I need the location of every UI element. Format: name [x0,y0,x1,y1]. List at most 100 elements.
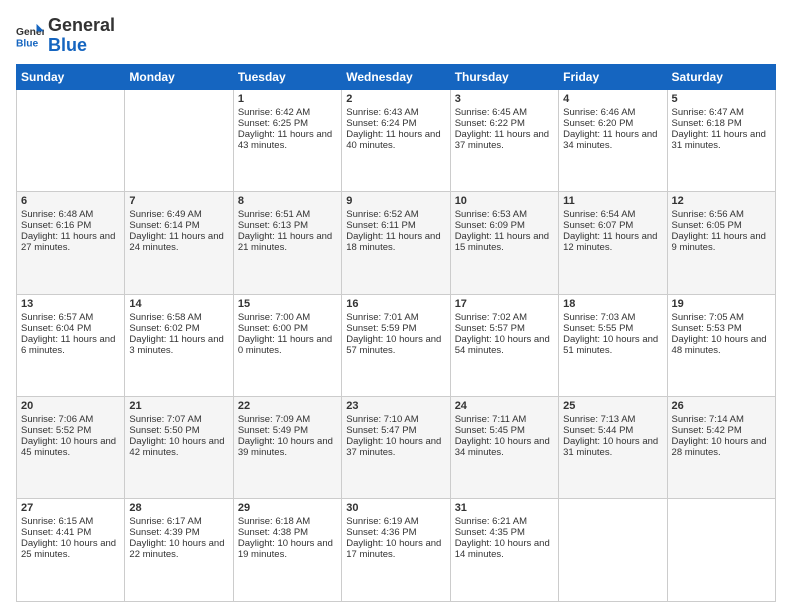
calendar-cell: 3Sunrise: 6:45 AMSunset: 6:22 PMDaylight… [450,89,558,191]
calendar-cell: 22Sunrise: 7:09 AMSunset: 5:49 PMDayligh… [233,397,341,499]
daylight-text: Daylight: 10 hours and 51 minutes. [563,334,662,356]
sunset-text: Sunset: 5:50 PM [129,425,228,436]
daylight-text: Daylight: 11 hours and 34 minutes. [563,129,662,151]
day-number: 23 [346,400,445,412]
sunset-text: Sunset: 6:13 PM [238,220,337,231]
sunrise-text: Sunrise: 6:58 AM [129,312,228,323]
sunrise-text: Sunrise: 6:18 AM [238,516,337,527]
svg-text:Blue: Blue [16,38,39,49]
sunrise-text: Sunrise: 7:11 AM [455,414,554,425]
sunset-text: Sunset: 6:18 PM [672,118,771,129]
daylight-text: Daylight: 10 hours and 17 minutes. [346,538,445,560]
day-number: 9 [346,195,445,207]
sunrise-text: Sunrise: 6:47 AM [672,107,771,118]
sunrise-text: Sunrise: 7:00 AM [238,312,337,323]
daylight-text: Daylight: 10 hours and 42 minutes. [129,436,228,458]
logo-text: General Blue [48,16,115,56]
day-of-week-header: Wednesday [342,64,450,89]
sunset-text: Sunset: 5:57 PM [455,323,554,334]
calendar-cell [17,89,125,191]
daylight-text: Daylight: 11 hours and 40 minutes. [346,129,445,151]
daylight-text: Daylight: 11 hours and 21 minutes. [238,231,337,253]
sunset-text: Sunset: 5:52 PM [21,425,120,436]
daylight-text: Daylight: 10 hours and 14 minutes. [455,538,554,560]
sunrise-text: Sunrise: 6:49 AM [129,209,228,220]
daylight-text: Daylight: 11 hours and 31 minutes. [672,129,771,151]
sunrise-text: Sunrise: 7:01 AM [346,312,445,323]
calendar-week-row: 6Sunrise: 6:48 AMSunset: 6:16 PMDaylight… [17,192,776,294]
day-number: 2 [346,93,445,105]
sunrise-text: Sunrise: 6:46 AM [563,107,662,118]
sunrise-text: Sunrise: 7:05 AM [672,312,771,323]
calendar-cell: 14Sunrise: 6:58 AMSunset: 6:02 PMDayligh… [125,294,233,396]
calendar-cell: 27Sunrise: 6:15 AMSunset: 4:41 PMDayligh… [17,499,125,602]
day-number: 16 [346,298,445,310]
calendar-cell: 31Sunrise: 6:21 AMSunset: 4:35 PMDayligh… [450,499,558,602]
calendar-cell: 25Sunrise: 7:13 AMSunset: 5:44 PMDayligh… [559,397,667,499]
calendar-cell: 4Sunrise: 6:46 AMSunset: 6:20 PMDaylight… [559,89,667,191]
daylight-text: Daylight: 10 hours and 54 minutes. [455,334,554,356]
day-number: 3 [455,93,554,105]
daylight-text: Daylight: 10 hours and 57 minutes. [346,334,445,356]
calendar-cell: 30Sunrise: 6:19 AMSunset: 4:36 PMDayligh… [342,499,450,602]
day-number: 13 [21,298,120,310]
calendar-cell: 11Sunrise: 6:54 AMSunset: 6:07 PMDayligh… [559,192,667,294]
sunrise-text: Sunrise: 6:51 AM [238,209,337,220]
day-number: 18 [563,298,662,310]
sunset-text: Sunset: 5:45 PM [455,425,554,436]
calendar-cell: 16Sunrise: 7:01 AMSunset: 5:59 PMDayligh… [342,294,450,396]
sunrise-text: Sunrise: 6:45 AM [455,107,554,118]
daylight-text: Daylight: 10 hours and 34 minutes. [455,436,554,458]
sunrise-text: Sunrise: 6:52 AM [346,209,445,220]
daylight-text: Daylight: 11 hours and 15 minutes. [455,231,554,253]
day-number: 28 [129,502,228,514]
calendar: SundayMondayTuesdayWednesdayThursdayFrid… [16,64,776,602]
sunrise-text: Sunrise: 7:09 AM [238,414,337,425]
sunrise-text: Sunrise: 6:43 AM [346,107,445,118]
sunset-text: Sunset: 6:04 PM [21,323,120,334]
calendar-cell: 28Sunrise: 6:17 AMSunset: 4:39 PMDayligh… [125,499,233,602]
daylight-text: Daylight: 11 hours and 3 minutes. [129,334,228,356]
calendar-cell: 13Sunrise: 6:57 AMSunset: 6:04 PMDayligh… [17,294,125,396]
logo-icon: General Blue [16,22,44,50]
daylight-text: Daylight: 10 hours and 45 minutes. [21,436,120,458]
calendar-cell: 26Sunrise: 7:14 AMSunset: 5:42 PMDayligh… [667,397,775,499]
day-number: 17 [455,298,554,310]
day-number: 25 [563,400,662,412]
calendar-cell: 15Sunrise: 7:00 AMSunset: 6:00 PMDayligh… [233,294,341,396]
day-number: 5 [672,93,771,105]
calendar-cell: 18Sunrise: 7:03 AMSunset: 5:55 PMDayligh… [559,294,667,396]
sunrise-text: Sunrise: 7:02 AM [455,312,554,323]
calendar-cell: 12Sunrise: 6:56 AMSunset: 6:05 PMDayligh… [667,192,775,294]
sunset-text: Sunset: 6:25 PM [238,118,337,129]
day-number: 26 [672,400,771,412]
daylight-text: Daylight: 11 hours and 12 minutes. [563,231,662,253]
sunset-text: Sunset: 5:42 PM [672,425,771,436]
day-of-week-header: Sunday [17,64,125,89]
sunset-text: Sunset: 5:49 PM [238,425,337,436]
calendar-cell [667,499,775,602]
sunset-text: Sunset: 4:35 PM [455,527,554,538]
sunset-text: Sunset: 6:22 PM [455,118,554,129]
sunset-text: Sunset: 4:39 PM [129,527,228,538]
logo: General Blue General Blue [16,16,115,56]
daylight-text: Daylight: 11 hours and 43 minutes. [238,129,337,151]
day-number: 30 [346,502,445,514]
daylight-text: Daylight: 10 hours and 19 minutes. [238,538,337,560]
calendar-week-row: 27Sunrise: 6:15 AMSunset: 4:41 PMDayligh… [17,499,776,602]
sunset-text: Sunset: 6:00 PM [238,323,337,334]
day-number: 7 [129,195,228,207]
calendar-cell [559,499,667,602]
calendar-cell: 21Sunrise: 7:07 AMSunset: 5:50 PMDayligh… [125,397,233,499]
calendar-cell: 8Sunrise: 6:51 AMSunset: 6:13 PMDaylight… [233,192,341,294]
day-number: 31 [455,502,554,514]
day-number: 27 [21,502,120,514]
calendar-cell: 20Sunrise: 7:06 AMSunset: 5:52 PMDayligh… [17,397,125,499]
sunset-text: Sunset: 4:36 PM [346,527,445,538]
day-of-week-header: Tuesday [233,64,341,89]
day-number: 11 [563,195,662,207]
daylight-text: Daylight: 10 hours and 48 minutes. [672,334,771,356]
calendar-cell [125,89,233,191]
daylight-text: Daylight: 10 hours and 39 minutes. [238,436,337,458]
calendar-cell: 9Sunrise: 6:52 AMSunset: 6:11 PMDaylight… [342,192,450,294]
